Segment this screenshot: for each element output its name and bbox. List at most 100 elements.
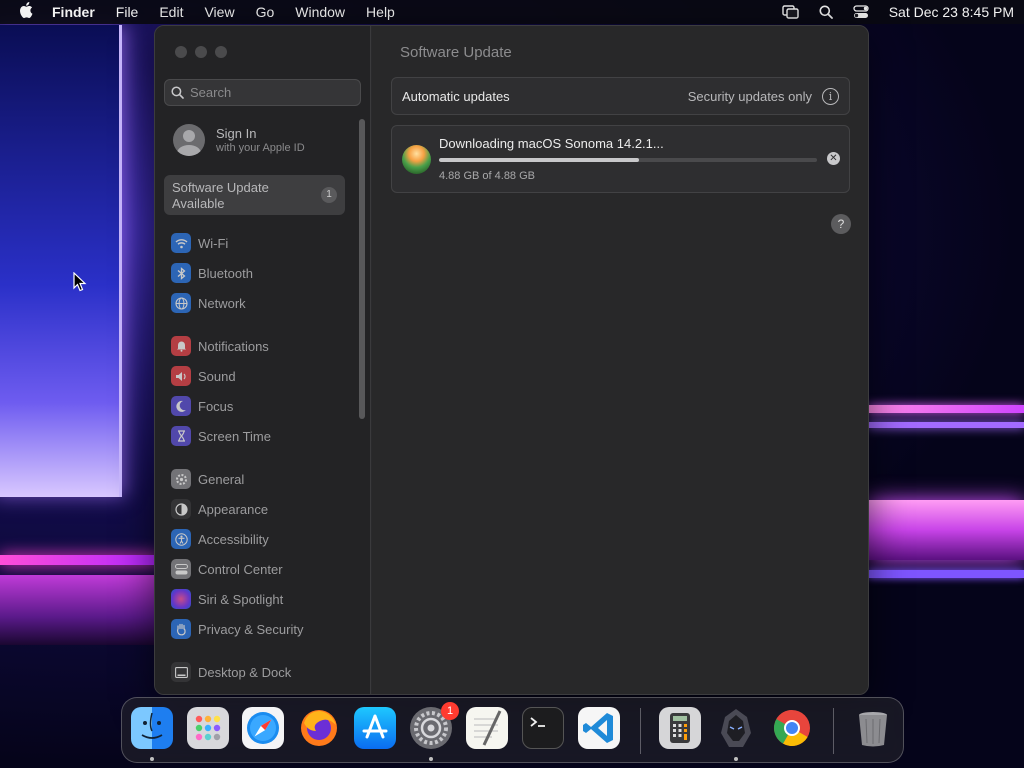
dock-terminal[interactable] <box>522 707 564 749</box>
siri-icon <box>171 589 191 609</box>
spotlight-icon[interactable] <box>817 4 835 20</box>
sidebar-item-label: Appearance <box>198 501 269 517</box>
sidebar-item-sound[interactable]: Sound <box>171 365 236 387</box>
sidebar-scrollbar[interactable] <box>359 119 365 419</box>
system-settings-window: Search Sign In with your Apple ID Softwa… <box>154 25 869 695</box>
wallpaper-light-bar <box>868 422 1024 428</box>
wallpaper-light-bar <box>868 570 1024 578</box>
sidebar-item-appearance[interactable]: Appearance <box>171 498 268 520</box>
sidebar-item-siri-spotlight[interactable]: Siri & Spotlight <box>171 588 283 610</box>
menu-go[interactable]: Go <box>256 4 275 20</box>
menu-window[interactable]: Window <box>295 4 345 20</box>
menu-view[interactable]: View <box>204 4 234 20</box>
sidebar-item-label: Focus <box>198 398 234 414</box>
page-title: Software Update <box>400 44 512 61</box>
dock-trash[interactable] <box>852 707 894 749</box>
download-progress-fill <box>439 158 640 162</box>
automatic-updates-value: Security updates only <box>687 88 812 104</box>
close-window-button[interactable] <box>175 46 187 58</box>
running-indicator <box>150 757 154 761</box>
search-field[interactable]: Search <box>164 79 361 106</box>
menu-bar: Finder File Edit View Go Window Help Sat… <box>0 0 1024 24</box>
calculator-icon <box>659 707 701 749</box>
sidebar-item-accessibility[interactable]: Accessibility <box>171 528 269 550</box>
sidebar-item-label: Control Center <box>198 561 283 577</box>
dock-vscode[interactable] <box>578 707 620 749</box>
apple-id-sign-in[interactable]: Sign In with your Apple ID <box>173 124 305 156</box>
download-progress-bar <box>439 158 817 162</box>
sidebar-item-label: Accessibility <box>198 531 269 547</box>
sidebar-item-label: Wi-Fi <box>198 235 229 251</box>
dock-app-store[interactable] <box>354 707 396 749</box>
vscode-icon <box>578 707 620 749</box>
dock: 1 <box>121 697 904 763</box>
menu-help[interactable]: Help <box>366 4 395 20</box>
sidebar-item-wifi[interactable]: Wi-Fi <box>171 232 228 254</box>
running-indicator <box>734 757 738 761</box>
info-icon[interactable]: i <box>822 87 839 105</box>
sidebar-item-screen-time[interactable]: Screen Time <box>171 425 271 447</box>
dock-launchpad[interactable] <box>187 707 229 749</box>
menu-edit[interactable]: Edit <box>159 4 183 20</box>
dock-chrome[interactable] <box>771 707 813 749</box>
automatic-updates-row: Automatic updates Security updates only … <box>391 77 850 115</box>
download-progress-row: Downloading macOS Sonoma 14.2.1... 4.88 … <box>391 125 850 193</box>
wallpaper-glow-panel <box>0 25 122 497</box>
apple-menu-icon[interactable] <box>18 2 34 22</box>
zoom-window-button[interactable] <box>215 46 227 58</box>
download-title: Downloading macOS Sonoma 14.2.1... <box>439 136 664 151</box>
avatar <box>173 124 205 156</box>
dock-calculator[interactable] <box>659 707 701 749</box>
search-placeholder: Search <box>190 85 232 100</box>
sidebar-item-control-center[interactable]: Control Center <box>171 558 283 580</box>
dock-firefox[interactable] <box>298 707 340 749</box>
bluetooth-icon <box>171 263 191 283</box>
settings-sidebar: Search Sign In with your Apple ID Softwa… <box>155 26 371 694</box>
dock-finder[interactable] <box>131 707 173 749</box>
help-button[interactable]: ? <box>831 214 851 234</box>
update-card-line2: Available <box>172 196 225 211</box>
chrome-icon <box>771 707 813 749</box>
automatic-updates-label: Automatic updates <box>402 88 510 104</box>
sidebar-item-notifications[interactable]: Notifications <box>171 335 269 357</box>
menu-app-name[interactable]: Finder <box>52 4 95 20</box>
profile-name: Sign In <box>216 126 257 141</box>
trash-icon <box>852 707 894 749</box>
sidebar-item-network[interactable]: Network <box>171 292 246 314</box>
dock-safari[interactable] <box>242 707 284 749</box>
sidebar-item-bluetooth[interactable]: Bluetooth <box>171 262 253 284</box>
screen-mirroring-icon[interactable] <box>782 4 800 20</box>
sidebar-item-label: General <box>198 471 245 487</box>
dock-separator <box>833 708 834 754</box>
running-indicator <box>429 757 433 761</box>
sidebar-item-focus[interactable]: Focus <box>171 395 233 417</box>
dock-separator <box>640 708 641 754</box>
update-card-line1: Software Update <box>172 180 269 195</box>
download-size: 4.88 GB of 4.88 GB <box>439 170 536 182</box>
sidebar-item-label: Network <box>198 295 246 311</box>
control-center-icon[interactable] <box>852 4 870 20</box>
menu-clock[interactable]: Sat Dec 23 8:45 PM <box>889 4 1014 20</box>
menu-file[interactable]: File <box>116 4 139 20</box>
software-update-pane: Software Update Automatic updates Securi… <box>372 26 868 694</box>
wallpaper-light-bar <box>868 405 1024 413</box>
wallpaper-light-bar <box>0 555 160 565</box>
sidebar-item-label: Privacy & Security <box>198 621 304 637</box>
launchpad-icon <box>187 707 229 749</box>
textedit-icon <box>466 707 508 749</box>
minimize-window-button[interactable] <box>195 46 207 58</box>
hand-icon <box>171 619 191 639</box>
cancel-download-button[interactable]: ✕ <box>827 152 840 165</box>
software-update-available-item[interactable]: Software Update Available 1 <box>164 175 345 215</box>
profile-subtitle: with your Apple ID <box>216 142 305 154</box>
wallpaper-light-bar <box>0 575 160 645</box>
dock-textedit[interactable] <box>466 707 508 749</box>
appearance-icon <box>171 499 191 519</box>
gear-icon <box>171 469 191 489</box>
sidebar-item-desktop-dock[interactable]: Desktop & Dock <box>171 661 291 683</box>
dock-warrior[interactable] <box>715 707 757 749</box>
moon-icon <box>171 396 191 416</box>
sidebar-item-general[interactable]: General <box>171 468 244 490</box>
sidebar-item-privacy-security[interactable]: Privacy & Security <box>171 618 303 640</box>
update-count-badge: 1 <box>321 187 337 203</box>
